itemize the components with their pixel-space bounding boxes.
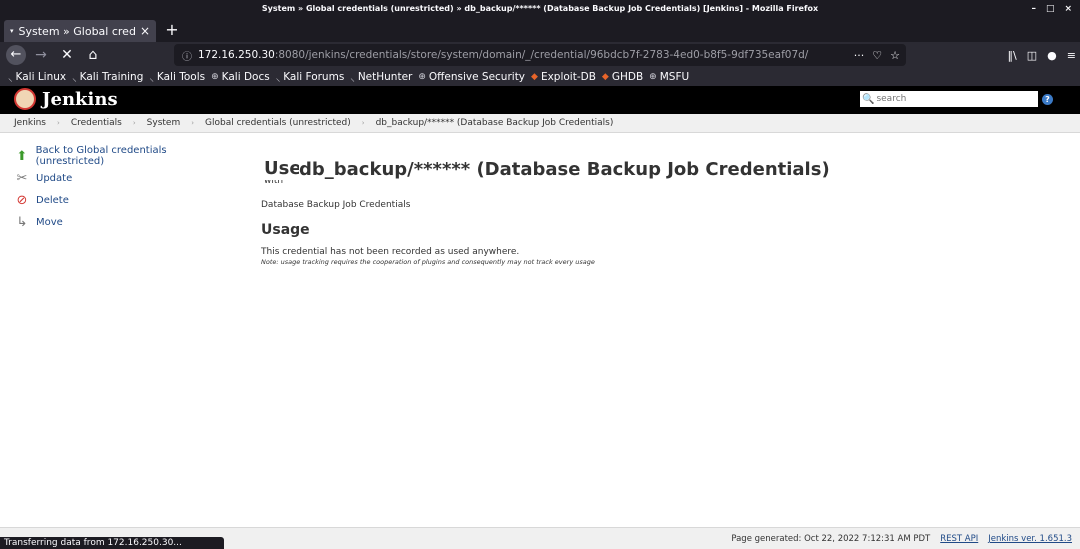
help-icon[interactable]: ? <box>1042 94 1053 105</box>
bookmarks-toolbar: ⸜ Kali Linux ⸜ Kali Training ⸜ Kali Tools ⊕… <box>0 68 1080 86</box>
tab-menu-icon: ▾ <box>10 27 14 35</box>
jenkins-header: Jenkins 🔍 ? <box>0 86 1080 114</box>
tab-close-icon[interactable]: × <box>140 24 150 38</box>
usage-text: This credential has not been recorded as… <box>261 247 520 257</box>
new-tab-button[interactable]: + <box>162 20 182 40</box>
credential-description: Database Backup Job Credentials <box>261 200 411 210</box>
menu-icon[interactable]: ≡ <box>1067 49 1076 62</box>
back-button[interactable]: ← <box>6 45 26 65</box>
tab-strip: ▾ System » Global credenti × + <box>0 18 1080 42</box>
globe-icon: ⊕ <box>649 72 657 82</box>
bookmark-kali-training[interactable]: ⸜ Kali Training <box>72 71 143 84</box>
breadcrumb-separator-icon[interactable]: › <box>57 119 60 127</box>
bookmark-msfu[interactable]: ⊕ MSFU <box>649 71 689 83</box>
breadcrumb-credentials[interactable]: Credentials <box>71 118 122 128</box>
window-controls: – □ × <box>1031 0 1072 18</box>
title-row: Use with db_backup/****** (Database Back… <box>261 150 1041 190</box>
url-bar[interactable]: ⓘ 172.16.250.30:8080/jenkins/credentials… <box>174 44 906 66</box>
site-info-icon[interactable]: ⓘ <box>182 48 192 63</box>
task-label[interactable]: Back to Global credentials (unrestricted… <box>36 145 234 167</box>
bookmark-ghdb[interactable]: ◆ GHDB <box>602 71 643 83</box>
breadcrumb-credential[interactable]: db_backup/****** (Database Backup Job Cr… <box>376 118 614 128</box>
browser-status-bar: Transferring data from 172.16.250.30... <box>0 537 224 549</box>
exploitdb-icon: ◆ <box>531 72 538 82</box>
breadcrumb: Jenkins › Credentials › System › Global … <box>0 114 1080 133</box>
up-arrow-icon: ⬆ <box>16 148 28 164</box>
bookmark-kali-tools[interactable]: ⸜ Kali Tools <box>149 71 205 84</box>
task-label[interactable]: Delete <box>36 195 69 206</box>
breadcrumb-system[interactable]: System <box>147 118 181 128</box>
account-icon[interactable]: ● <box>1047 49 1057 62</box>
side-panel: ⬆ Back to Global credentials (unrestrict… <box>14 145 234 233</box>
breadcrumb-separator-icon[interactable]: › <box>362 119 365 127</box>
search-input[interactable] <box>876 94 1027 104</box>
bookmark-kali-docs[interactable]: ⊕ Kali Docs <box>211 71 270 83</box>
footer-right: Page generated: Oct 22, 2022 7:12:31 AM … <box>731 534 1072 544</box>
rest-api-link[interactable]: REST API <box>940 534 978 544</box>
maximize-icon[interactable]: □ <box>1046 0 1055 18</box>
bookmark-star-icon[interactable]: ☆ <box>890 49 900 62</box>
kali-dragon-icon: ⸜ <box>72 73 77 84</box>
bookmark-nethunter[interactable]: ⸜ NetHunter <box>350 71 412 84</box>
task-delete[interactable]: ⊘ Delete <box>14 189 234 211</box>
library-icon[interactable]: ‖\ <box>1008 49 1017 62</box>
window-titlebar: System » Global credentials (unrestricte… <box>0 0 1080 18</box>
page-actions-icon[interactable]: ··· <box>854 49 865 62</box>
bookmark-kali-linux[interactable]: ⸜ Kali Linux <box>8 71 66 84</box>
breadcrumb-separator-icon[interactable]: › <box>191 119 194 127</box>
kali-dragon-icon: ⸜ <box>8 73 13 84</box>
close-window-icon[interactable]: × <box>1064 0 1072 18</box>
exploitdb-icon: ◆ <box>601 72 609 82</box>
jenkins-butler-icon <box>14 88 36 110</box>
task-back-to-global-credentials[interactable]: ⬆ Back to Global credentials (unrestrict… <box>14 145 234 167</box>
globe-icon: ⊕ <box>418 72 426 82</box>
breadcrumb-jenkins[interactable]: Jenkins <box>14 118 46 128</box>
bookmark-exploit-db[interactable]: ◆ Exploit-DB <box>531 71 596 83</box>
url-actions: ··· ♡ ☆ <box>854 44 900 66</box>
toolbar-right: ‖\ ◫ ● ≡ <box>1008 44 1076 66</box>
minimize-icon[interactable]: – <box>1031 0 1036 18</box>
window-title: System » Global credentials (unrestricte… <box>261 4 819 13</box>
pocket-icon[interactable]: ♡ <box>872 49 882 62</box>
wrench-icon: ✂ <box>16 170 28 186</box>
jenkins-logo-text: Jenkins <box>42 88 118 110</box>
home-button[interactable]: ⌂ <box>82 44 104 66</box>
breadcrumb-global-credentials[interactable]: Global credentials (unrestricted) <box>205 118 351 128</box>
title-ghost-below: with <box>264 180 284 186</box>
jenkins-version-link[interactable]: Jenkins ver. 1.651.3 <box>988 534 1072 544</box>
jenkins-logo[interactable]: Jenkins <box>14 88 118 110</box>
navigation-bar: ← → ✕ ⌂ ⓘ 172.16.250.30:8080/jenkins/cre… <box>0 42 1080 68</box>
move-icon: ↳ <box>16 214 28 230</box>
title-ghost-text: Use <box>264 158 302 179</box>
forward-button[interactable]: → <box>30 44 52 66</box>
url-host: 172.16.250.30 <box>198 49 275 61</box>
breadcrumb-separator-icon[interactable]: › <box>133 119 136 127</box>
task-label[interactable]: Move <box>36 217 63 228</box>
stop-button[interactable]: ✕ <box>56 44 78 66</box>
tab-title: System » Global credenti <box>18 24 136 38</box>
kali-dragon-icon: ⸜ <box>275 73 281 84</box>
url-path: :8080/jenkins/credentials/store/system/d… <box>274 49 809 61</box>
task-move[interactable]: ↳ Move <box>14 211 234 233</box>
task-update[interactable]: ✂ Update <box>14 167 234 189</box>
search-box[interactable]: 🔍 <box>860 91 1038 107</box>
kali-dragon-icon: ⸜ <box>350 73 355 84</box>
usage-heading: Usage <box>261 222 310 238</box>
globe-icon: ⊕ <box>211 72 219 82</box>
search-icon: 🔍 <box>862 93 875 105</box>
bookmark-offensive-security[interactable]: ⊕ Offensive Security <box>418 71 525 83</box>
sidebar-icon[interactable]: ◫ <box>1027 49 1037 62</box>
task-label[interactable]: Update <box>36 173 72 184</box>
kali-dragon-icon: ⸜ <box>149 73 154 84</box>
usage-note: Note: usage tracking requires the cooper… <box>261 258 595 266</box>
page-title: db_backup/****** (Database Backup Job Cr… <box>299 159 830 180</box>
main-panel: Use with db_backup/****** (Database Back… <box>261 150 1041 266</box>
page-generated-timestamp: Page generated: Oct 22, 2022 7:12:31 AM … <box>731 534 931 544</box>
bookmark-kali-forums[interactable]: ⸜ Kali Forums <box>276 71 345 84</box>
browser-tab[interactable]: ▾ System » Global credenti × <box>4 20 156 42</box>
no-entry-icon: ⊘ <box>16 192 28 208</box>
